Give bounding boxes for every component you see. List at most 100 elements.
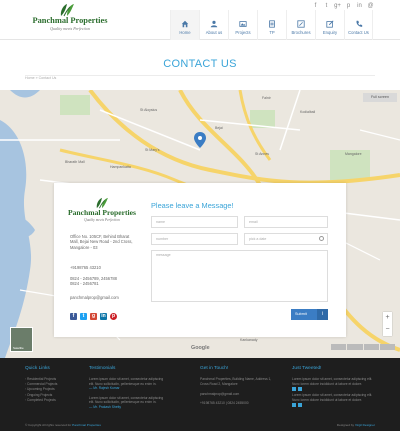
copyright: © Copyright All rights reserved for Panc… (25, 423, 101, 427)
landline-line: 0824 - 2456781 (70, 281, 99, 287)
home-icon (171, 15, 199, 28)
map-label: Bharath Mall (65, 160, 85, 164)
attribution-item[interactable] (363, 344, 379, 350)
designer-credit: Designed by Virgil Designer (337, 423, 375, 427)
clock-icon[interactable] (319, 236, 324, 241)
brand-name: Panchmal Properties (68, 208, 136, 217)
tweet-actions (292, 403, 377, 407)
footer-quick-links: Quick Links Residential Projects Commerc… (25, 366, 95, 403)
edit-icon (316, 15, 344, 28)
date-field[interactable]: pick a date (244, 233, 328, 245)
twitter-icon[interactable]: t (80, 313, 87, 320)
divider (25, 75, 375, 76)
map-label: St Aloysius (140, 108, 158, 112)
email-field[interactable]: email (244, 216, 328, 228)
page-title: CONTACT US (163, 58, 237, 70)
card-logo: Panchmal Properties Quality meets Perfec… (66, 197, 138, 225)
pinterest-icon[interactable]: p (110, 313, 117, 320)
zoom-in-icon[interactable]: + (383, 312, 392, 324)
mobile-number: +9198765 43210 (70, 265, 101, 270)
retweet-icon[interactable] (298, 387, 302, 391)
reply-icon[interactable] (292, 403, 296, 407)
submit-button[interactable]: Submit i (291, 309, 328, 320)
linkedin-icon[interactable]: in (356, 3, 363, 10)
copyright-text: © Copyright All rights reserved for (25, 423, 73, 427)
map-attribution-strip (331, 344, 395, 350)
zoom-out-icon[interactable]: − (383, 324, 392, 336)
date-placeholder: pick a date (249, 237, 267, 241)
nav-item-about[interactable]: About us (199, 10, 228, 40)
tweet-text: Lorem ipsum dolor sit amet, consectetur … (292, 393, 373, 402)
footer-link[interactable]: Completed Projects (25, 398, 95, 403)
google-logo: Google (191, 345, 210, 351)
contact-email[interactable]: panchmalprop@gmail.com (70, 295, 119, 300)
facebook-icon[interactable]: f (70, 313, 77, 320)
contact-card: Panchmal Properties Quality meets Perfec… (54, 183, 346, 337)
nav-item-tp[interactable]: TP (257, 10, 286, 40)
nav-label: Brochures (291, 30, 311, 35)
info-icon: i (317, 309, 328, 320)
map-label: Mangalore (345, 152, 362, 156)
testimonial-author: — Mr. Rajesh Kumar (89, 386, 120, 390)
paperclip-icon (287, 15, 315, 28)
tweet-actions (292, 387, 377, 391)
google-plus-icon[interactable]: g (90, 313, 97, 320)
twitter-icon[interactable]: t (323, 3, 330, 10)
full-screen-button[interactable]: Full screen (363, 93, 397, 102)
nav-label: About us (205, 30, 223, 35)
designer-name[interactable]: Virgil Designer (355, 423, 375, 427)
site-footer: Quick Links Residential Projects Commerc… (0, 358, 400, 431)
nav-item-projects[interactable]: Projects (228, 10, 257, 40)
footer-heading: Quick Links (25, 366, 50, 371)
nav-item-enquiry[interactable]: Enquiry (315, 10, 344, 40)
zoom-control: + − (383, 312, 392, 336)
attribution-item[interactable] (379, 344, 395, 350)
nav-item-brochures[interactable]: Brochures (286, 10, 315, 40)
name-field[interactable]: name (151, 216, 238, 228)
footer-heading: Testimonials (89, 366, 116, 371)
testimonial-author: — Mr. Prakash Shetty (89, 404, 122, 409)
map-label: Kankanady (240, 338, 258, 342)
attribution-item[interactable] (347, 344, 363, 350)
form-title: Please leave a Message! (151, 201, 234, 210)
footer-tweets: Just Tweeted! Lorem ipsum dolor sit amet… (292, 366, 377, 409)
footer-heading: Just Tweeted! (292, 366, 322, 371)
user-icon (200, 15, 228, 28)
phone-icon (345, 15, 372, 27)
nav-item-contact[interactable]: Contact Us (344, 10, 373, 40)
attribution-item[interactable] (331, 344, 347, 350)
footer-heading: Get in Touch! (200, 366, 229, 371)
linkedin-icon[interactable]: in (100, 313, 107, 320)
footer-email[interactable]: panchmalprop@gmail.com (200, 392, 275, 397)
main-nav: Home About us Projects TP Brochures Enqu… (170, 10, 373, 40)
copyright-brand[interactable]: Panchmal Properties (72, 423, 101, 427)
breadcrumb[interactable]: Home » Contact Us (25, 76, 56, 80)
number-field[interactable]: number (151, 233, 238, 245)
retweet-icon[interactable] (298, 403, 302, 407)
map-label: Falnir (262, 96, 271, 100)
nav-label: Contact Us (348, 30, 369, 35)
site-header: Panchmal Properties Quality meets Perfec… (0, 0, 400, 40)
nav-label: TP (269, 30, 275, 35)
map-label: St Annes (255, 152, 270, 156)
footer-address: Panchmal Properties, Building Name, Addr… (200, 377, 272, 386)
facebook-icon[interactable]: f (312, 3, 319, 10)
footer-phone: +9198765 43210 | 0824 2455000 (200, 400, 249, 405)
testimonial-text: Lorem ipsum dolor sit amet, consectetur … (89, 395, 164, 405)
page-title-band: CONTACT US Home » Contact Us (0, 40, 400, 90)
office-address: Office No. 105CF, Behind Bharat Mall, Be… (70, 234, 133, 250)
pinterest-icon[interactable]: p (345, 3, 352, 10)
image-icon (229, 15, 257, 27)
message-field[interactable]: message (151, 250, 328, 302)
map-label: Bejai (215, 126, 223, 130)
map-label: Kodialbail (300, 110, 316, 114)
brand-name: Panchmal Properties (32, 16, 108, 25)
reply-icon[interactable] (292, 387, 296, 391)
map-label: St Mary's (145, 148, 160, 152)
satellite-toggle[interactable]: Satellite (10, 327, 33, 352)
nav-label: Home (179, 30, 191, 35)
email-icon[interactable]: @ (367, 3, 374, 10)
google-plus-icon[interactable]: g+ (334, 3, 341, 10)
nav-item-home[interactable]: Home (170, 10, 199, 40)
site-logo[interactable]: Panchmal Properties Quality meets Perfec… (30, 3, 110, 33)
